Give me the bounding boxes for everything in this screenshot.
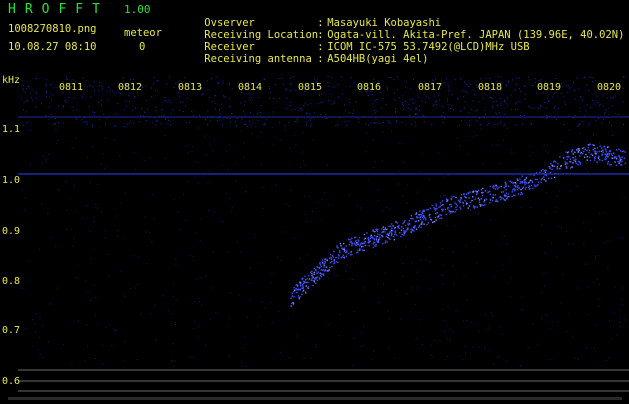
time-tick-label: 0815	[298, 82, 322, 93]
time-tick-label: 0820	[597, 82, 621, 93]
time-tick-label: 0813	[178, 82, 202, 93]
y-unit-label: kHz	[2, 75, 20, 86]
time-tick-label: 0814	[238, 82, 262, 93]
signal-trace	[290, 143, 626, 307]
app-version: 1.00	[124, 3, 151, 16]
spectrogram-panel: kHz 0811 0812 0813 0814 0815 0816 0817 0…	[0, 74, 629, 400]
header-panel: HROFFT 1.00 1008270810.png 10.08.27 08:1…	[0, 0, 629, 74]
time-tick-label: 0819	[537, 82, 561, 93]
file-datetime: 10.08.27 08:10	[8, 41, 97, 53]
file-name: 1008270810.png	[8, 23, 97, 35]
meteor-count: 0	[139, 41, 146, 53]
freq-tick-label: 0.9	[2, 226, 20, 237]
noise-layer	[20, 76, 626, 367]
freq-tick-label: 1.0	[2, 175, 20, 186]
freq-tick-label: 0.7	[2, 325, 20, 336]
meta-row-antenna: Receiving antenna: A504HB(yagi 4el)	[179, 40, 428, 78]
time-tick-label: 0811	[59, 82, 83, 93]
meta-key: Receiving antenna	[204, 52, 312, 65]
freq-tick-label: 0.8	[2, 276, 20, 287]
meteor-label: meteor	[124, 27, 162, 39]
freq-tick-label: 0.6	[2, 376, 20, 387]
time-tick-label: 0818	[478, 82, 502, 93]
freq-tick-label: 1.1	[2, 124, 20, 135]
time-tick-label: 0812	[118, 82, 142, 93]
app-title: HROFFT	[8, 2, 109, 17]
meta-separator: :	[317, 52, 324, 65]
meta-value: A504HB(yagi 4el)	[327, 52, 429, 65]
spectrogram-canvas: kHz 0811 0812 0813 0814 0815 0816 0817 0…	[2, 75, 629, 392]
time-tick-label: 0816	[357, 82, 381, 93]
time-tick-label: 0817	[418, 82, 442, 93]
